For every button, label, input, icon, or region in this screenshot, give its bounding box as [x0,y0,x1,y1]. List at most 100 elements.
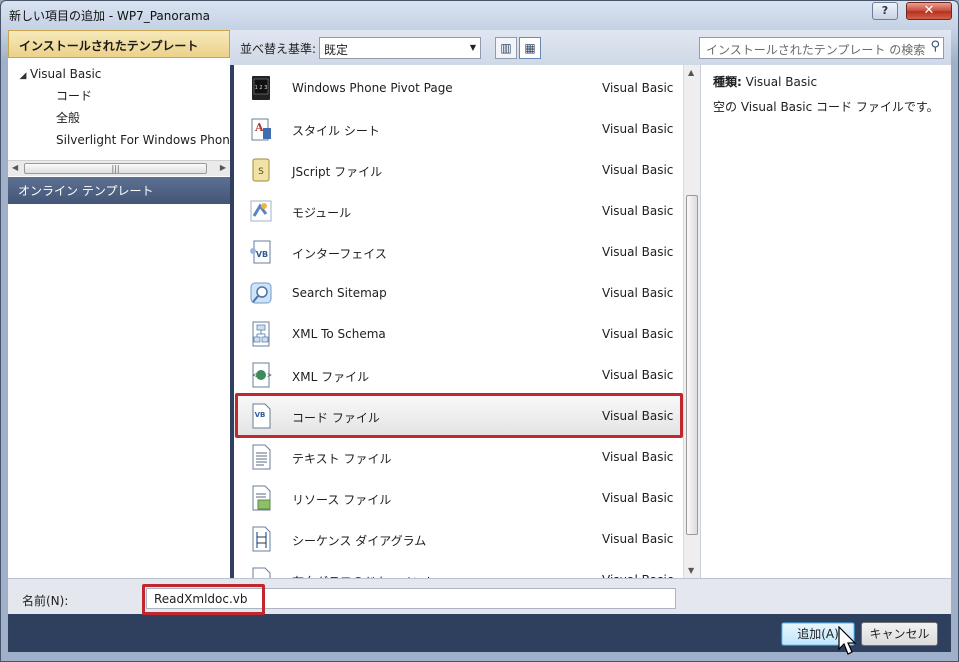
template-name: インターフェイス [292,247,387,261]
help-button[interactable]: ? [872,2,898,20]
search-placeholder: インストールされたテンプレート の検索 [706,43,926,57]
template-list-scrollbar[interactable]: ▲ ▼ [683,65,700,578]
template-row[interactable]: Search Sitemap Visual Basic [234,273,683,314]
template-name: XML ファイル [292,370,370,384]
template-row[interactable]: S JScript ファイル Visual Basic [234,150,683,191]
template-row[interactable]: 1 2 3 Windows Phone Pivot Page Visual Basi… [234,68,683,109]
name-label: 名前(N): [22,594,69,608]
template-row[interactable]: A スタイル シート Visual Basic [234,109,683,150]
template-language: Visual Basic [602,409,674,423]
mouse-cursor-icon [838,626,857,655]
cancel-button[interactable]: キャンセル [861,622,938,646]
text-file-icon [252,444,271,470]
installed-templates-header[interactable]: インストールされたテンプレート [8,30,230,58]
detail-view-icon: ▦ [524,41,536,55]
interface-icon: VB [250,240,271,264]
template-language: Visual Basic [602,245,674,259]
template-language: Visual Basic [602,532,674,546]
kind-label: 種類: [713,75,742,89]
sort-label: 並べ替え基準: [240,42,317,56]
resource-file-icon [252,485,271,511]
list-view-icon: ▥ [500,41,512,55]
template-row[interactable]: 有向グラフのドキュメントVisual Basic [234,560,683,578]
template-details-pane: 種類: Visual Basic 空の Visual Basic コード ファイ… [700,65,951,578]
template-name: JScript ファイル [292,165,383,179]
template-row[interactable]: シーケンス ダイアグラム Visual Basic [234,519,683,560]
template-name: Search Sitemap [292,286,387,300]
template-name: スタイル シート [292,124,380,138]
close-button[interactable]: ✕ [906,2,952,20]
template-name: Windows Phone Pivot Page [292,81,453,95]
template-language: Visual Basic [602,368,674,382]
jscript-file-icon: S [252,158,270,182]
tree-horizontal-scrollbar[interactable]: ◀ ||| ▶ [8,160,230,176]
search-sitemap-icon [250,282,272,304]
svg-text:<: < [252,372,257,379]
template-row[interactable]: リソース ファイル Visual Basic [234,478,683,519]
expand-arrow-icon[interactable]: ◢ [16,66,30,86]
svg-text:S: S [258,167,264,177]
directed-graph-icon [252,567,271,578]
scroll-right-icon[interactable]: ▶ [220,163,226,172]
template-row[interactable]: VB インターフェイス Visual Basic [234,232,683,273]
template-toolbar: 並べ替え基準: 既定 ▼ ▥ ▦ インストールされたテンプレート の検索 ⚲ [230,30,951,65]
sort-value: 既定 [324,43,349,57]
pivot-page-icon: 1 2 3 [252,76,270,100]
scroll-up-icon[interactable]: ▲ [688,68,694,77]
template-language: Visual Basic [602,163,674,177]
sequence-diagram-icon [252,526,271,552]
svg-text:VB: VB [255,411,266,419]
online-templates-header[interactable]: オンライン テンプレート [8,177,230,204]
scroll-down-icon[interactable]: ▼ [688,566,694,575]
search-icon[interactable]: ⚲ [928,39,940,54]
template-name: テキスト ファイル [292,452,392,466]
template-row[interactable]: XML To Schema Visual Basic [234,314,683,355]
template-row[interactable]: モジュール Visual Basic [234,191,683,232]
template-category-pane: インストールされたテンプレート ◢ Visual Basic コード 全般 Sil… [8,30,230,578]
template-name: シーケンス ダイアグラム [292,534,427,548]
tree-item-general[interactable]: 全般 [56,108,80,128]
template-row[interactable]: テキスト ファイル Visual Basic [234,437,683,478]
scroll-left-icon[interactable]: ◀ [12,163,18,172]
xml-schema-icon [252,321,270,347]
stylesheet-icon: A [251,118,271,141]
template-name: リソース ファイル [292,493,392,507]
svg-text:1 2 3: 1 2 3 [255,85,268,91]
detail-view-button[interactable]: ▦ [519,37,541,59]
category-tree: ◢ Visual Basic コード 全般 Silverlight For Win… [8,58,230,158]
template-search-input[interactable]: インストールされたテンプレート の検索 ⚲ [699,37,944,59]
title-bar: 新しい項目の追加 - WP7_Panorama ? ✕ [1,1,958,29]
template-kind: 種類: Visual Basic [713,73,817,90]
tree-item-label: Visual Basic [30,67,102,81]
svg-text:>: > [267,372,272,379]
scrollbar-thumb[interactable] [686,195,698,535]
tree-item-visual-basic[interactable]: ◢ Visual Basic [16,64,102,86]
add-new-item-dialog: 新しい項目の追加 - WP7_Panorama ? ✕ インストールされたテンプ… [0,0,959,662]
chevron-down-icon: ▼ [469,43,476,52]
template-description: 空の Visual Basic コード ファイルです。 [713,100,939,114]
list-view-button[interactable]: ▥ [495,37,517,59]
template-row[interactable]: VB コード ファイル Visual Basic [234,396,683,437]
template-list: 1 2 3 Windows Phone Pivot Page Visual Basi… [234,65,700,578]
module-icon [250,200,272,222]
tree-item-silverlight-wp[interactable]: Silverlight For Windows Phone [56,130,230,150]
template-language: Visual Basic [602,81,674,95]
tree-item-code[interactable]: コード [56,86,92,106]
template-language: Visual Basic [602,204,674,218]
svg-text:A: A [254,121,264,134]
dialog-client: インストールされたテンプレート ◢ Visual Basic コード 全般 Sil… [8,30,951,655]
name-bar: 名前(N): ReadXmldoc.vb [8,578,951,615]
template-language: Visual Basic [602,491,674,505]
template-language: Visual Basic [602,122,674,136]
template-name: コード ファイル [292,411,380,425]
name-highlight-frame [142,584,265,615]
scrollbar-thumb[interactable]: ||| [24,163,207,174]
code-file-icon: VB [252,403,271,429]
template-name: モジュール [292,206,352,220]
kind-value: Visual Basic [745,75,818,89]
template-row[interactable]: < > XML ファイル Visual Basic [234,355,683,396]
template-name: XML To Schema [292,327,386,341]
template-language: Visual Basic [602,450,674,464]
sort-dropdown[interactable]: 既定 ▼ [319,37,481,59]
svg-text:VB: VB [256,250,268,259]
